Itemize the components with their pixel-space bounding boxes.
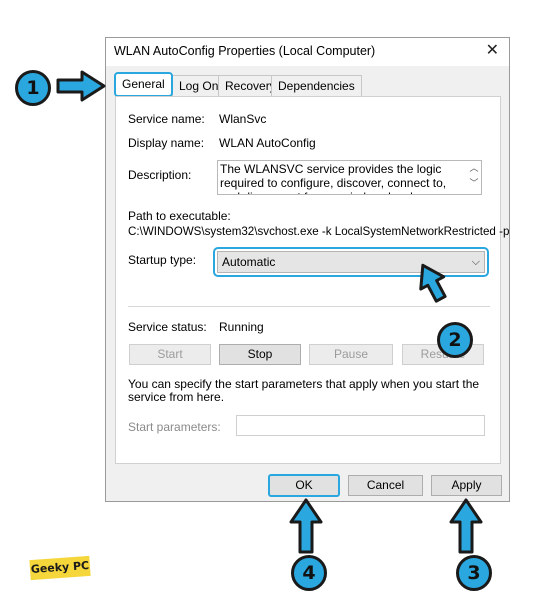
callout-4: 4	[291, 555, 327, 591]
annotation-arrows	[56, 70, 483, 554]
callout-3: 3	[456, 555, 492, 591]
arrow-to-apply	[449, 498, 483, 554]
arrow-to-ok	[289, 498, 323, 554]
callout-2: 2	[437, 322, 473, 358]
arrow-to-startup-select	[419, 263, 447, 303]
brand-logo: Geeky PC	[29, 555, 91, 581]
arrow-to-general-tab	[56, 70, 106, 102]
callout-1: 1	[15, 70, 51, 106]
